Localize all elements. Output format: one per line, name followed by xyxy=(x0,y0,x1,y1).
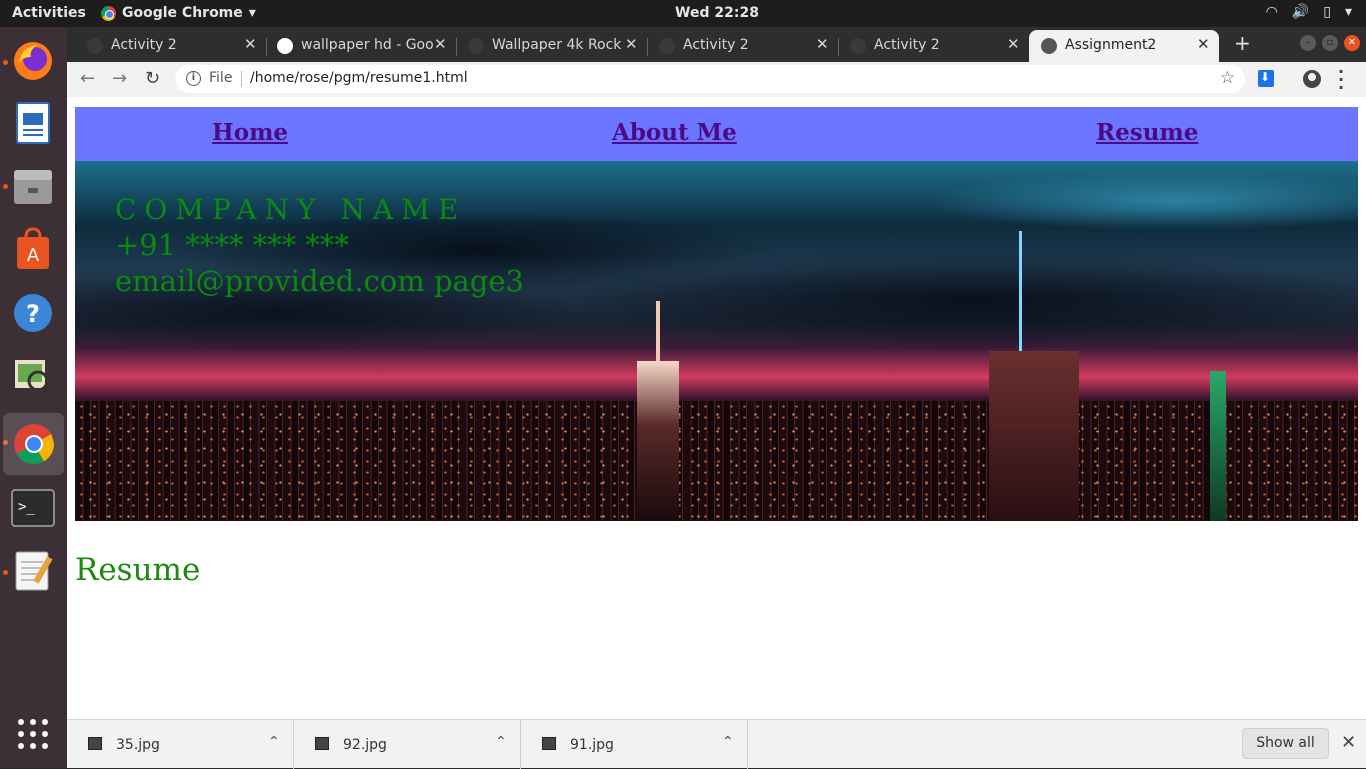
chevron-up-icon[interactable]: ⌃ xyxy=(268,734,280,750)
tab-title: Activity 2 xyxy=(111,37,177,53)
svg-text:>_: >_ xyxy=(18,499,35,515)
running-indicator xyxy=(3,60,8,65)
close-icon[interactable]: ✕ xyxy=(625,35,638,53)
tab-title: Activity 2 xyxy=(683,37,749,53)
download-icon[interactable] xyxy=(1258,70,1274,87)
chevron-up-icon[interactable]: ⌃ xyxy=(722,734,734,750)
scheme-label: File xyxy=(209,70,233,86)
globe-icon xyxy=(659,38,675,54)
libreoffice-writer-icon[interactable] xyxy=(9,99,57,147)
globe-icon xyxy=(468,38,484,54)
download-filename: 92.jpg xyxy=(343,737,387,753)
terminal-icon[interactable]: >_ xyxy=(9,484,57,532)
image-viewer-icon[interactable] xyxy=(9,352,57,400)
tab-title: wallpaper hd - Goo xyxy=(301,37,434,53)
clock[interactable]: Wed 22:28 xyxy=(0,5,1366,21)
page-viewport: Home About Me Resume COMPANY NAME +91 **… xyxy=(67,97,1366,719)
browser-tab[interactable]: wallpaper hd - Goo ✕ xyxy=(257,30,453,62)
tab-title: Assignment2 xyxy=(1065,37,1157,53)
address-bar[interactable]: i File /home/rose/pgm/resume1.html ☆ xyxy=(175,65,1245,93)
bookmark-star-icon[interactable]: ☆ xyxy=(1220,68,1235,88)
show-all-button[interactable]: Show all xyxy=(1242,728,1329,759)
site-nav: Home About Me Resume xyxy=(75,107,1358,161)
nav-link-home[interactable]: Home xyxy=(212,119,288,146)
svg-text:A: A xyxy=(27,245,40,266)
minimize-button[interactable]: – xyxy=(1300,35,1316,51)
volume-icon: 🔊 xyxy=(1291,4,1310,20)
google-icon xyxy=(277,38,293,54)
chevron-up-icon[interactable]: ⌃ xyxy=(495,734,507,750)
company-name: COMPANY NAME xyxy=(115,193,467,226)
close-window-button[interactable]: ✕ xyxy=(1344,35,1360,51)
reload-icon[interactable]: ↻ xyxy=(145,68,160,89)
divider xyxy=(241,71,242,87)
download-filename: 91.jpg xyxy=(570,737,614,753)
files-icon[interactable] xyxy=(9,162,57,210)
chevron-down-icon: ▾ xyxy=(1344,4,1352,20)
close-icon[interactable]: ✕ xyxy=(1341,732,1356,753)
image-file-icon xyxy=(315,737,329,750)
download-shelf: 35.jpg ⌃ 92.jpg ⌃ 91.jpg ⌃ Show all ✕ xyxy=(67,719,1366,769)
tab-title: Wallpaper 4k Rock xyxy=(492,37,622,53)
browser-tab[interactable]: Activity 2 ✕ xyxy=(639,30,835,62)
browser-tab[interactable]: Wallpaper 4k Rock ✕ xyxy=(448,30,644,62)
running-indicator xyxy=(3,570,8,575)
chrome-icon[interactable] xyxy=(3,413,64,475)
svg-text:?: ? xyxy=(26,300,40,328)
firefox-icon[interactable] xyxy=(9,37,57,85)
close-icon[interactable]: ✕ xyxy=(816,35,829,53)
window-controls: – ▫ ✕ xyxy=(1300,35,1360,51)
browser-tab[interactable]: Activity 2 ✕ xyxy=(830,30,1026,62)
back-arrow-icon[interactable]: ← xyxy=(80,68,95,89)
nav-link-about[interactable]: About Me xyxy=(612,119,737,146)
email-address: email@provided.com page3 xyxy=(115,264,525,298)
hero-text: COMPANY NAME +91 **** *** *** email@prov… xyxy=(115,193,524,298)
help-icon[interactable]: ? xyxy=(9,289,57,337)
download-filename: 35.jpg xyxy=(116,737,160,753)
running-indicator xyxy=(3,184,8,189)
phone-number: +91 **** *** *** xyxy=(115,228,349,262)
globe-icon xyxy=(1041,38,1057,54)
profile-icon[interactable] xyxy=(1303,70,1321,88)
forward-arrow-icon[interactable]: → xyxy=(112,68,127,89)
nav-link-resume[interactable]: Resume xyxy=(1096,119,1198,146)
menu-kebab-icon[interactable]: · · · xyxy=(1338,64,1344,96)
dock: A ? >_ xyxy=(0,27,67,768)
close-icon[interactable]: ✕ xyxy=(1007,35,1020,53)
text-editor-icon[interactable] xyxy=(9,546,57,594)
system-tray[interactable]: ◠ 🔊 ▯ ▾ xyxy=(1266,4,1352,20)
download-item[interactable]: 92.jpg ⌃ xyxy=(294,720,521,769)
download-item[interactable]: 91.jpg ⌃ xyxy=(521,720,748,769)
url-text[interactable]: /home/rose/pgm/resume1.html xyxy=(250,70,468,86)
browser-tab[interactable]: Activity 2 ✕ xyxy=(67,30,263,62)
close-icon[interactable]: ✕ xyxy=(1197,35,1210,53)
browser-toolbar: ← → ↻ i File /home/rose/pgm/resume1.html… xyxy=(67,62,1366,97)
close-icon[interactable]: ✕ xyxy=(244,35,257,53)
image-file-icon xyxy=(542,737,556,750)
battery-icon: ▯ xyxy=(1323,4,1331,20)
system-top-bar: Activities Google Chrome ▾ Wed 22:28 ◠ 🔊… xyxy=(0,0,1366,27)
software-center-icon[interactable]: A xyxy=(9,225,57,273)
image-file-icon xyxy=(88,737,102,750)
globe-icon xyxy=(87,38,103,54)
tab-title: Activity 2 xyxy=(874,37,940,53)
wifi-icon: ◠ xyxy=(1265,4,1278,20)
show-apps-icon[interactable] xyxy=(9,710,57,758)
tab-strip: Activity 2 ✕ wallpaper hd - Goo ✕ Wallpa… xyxy=(67,27,1366,62)
hero-banner-image: COMPANY NAME +91 **** *** *** email@prov… xyxy=(75,161,1358,521)
globe-icon xyxy=(850,38,866,54)
close-icon[interactable]: ✕ xyxy=(434,35,447,53)
info-icon[interactable]: i xyxy=(186,71,201,86)
download-item[interactable]: 35.jpg ⌃ xyxy=(67,720,294,769)
section-heading: Resume xyxy=(75,552,201,588)
new-tab-button[interactable]: + xyxy=(1234,31,1251,55)
maximize-button[interactable]: ▫ xyxy=(1322,35,1338,51)
browser-tab-active[interactable]: Assignment2 ✕ xyxy=(1029,30,1219,62)
